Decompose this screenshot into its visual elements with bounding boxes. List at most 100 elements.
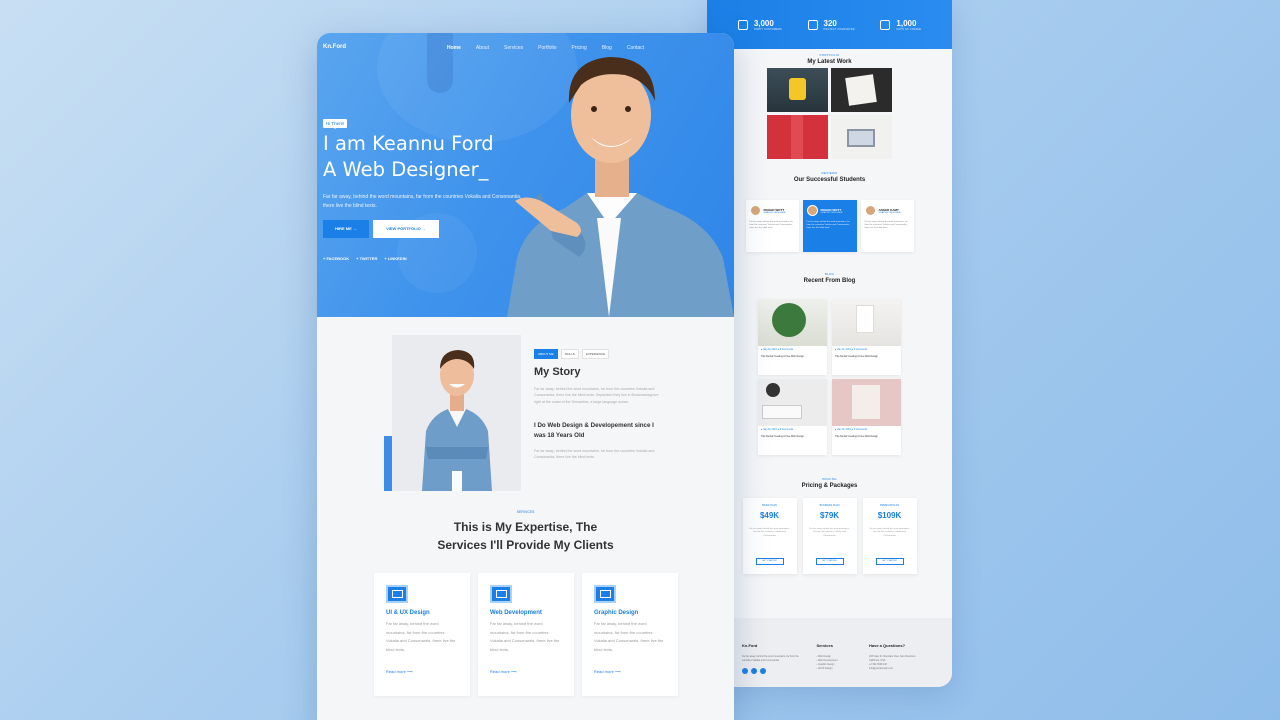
blog-image	[758, 299, 827, 346]
footer-address: 203 Fake St. Mountain View, San Francisc…	[869, 655, 916, 662]
portfolio-grid	[707, 68, 952, 159]
testimonial-card: ROGER WOTT GRAPHIC DESIGNER Far far away, …	[802, 200, 857, 252]
footer-link[interactable]: › UI/UX Design	[817, 667, 857, 671]
about-portrait	[422, 350, 492, 491]
hero-intro: Far far away, behind the word mountains,…	[323, 194, 522, 209]
blog-image	[832, 379, 901, 426]
linkedin-link[interactable]: + LINKEDIN	[384, 256, 406, 261]
blog-meta: ● Jan 10, 2021 ● 3 Comments	[835, 428, 868, 431]
read-more-link[interactable]: Read more ⟶	[386, 669, 458, 674]
stat-item: 1,000 CUPS OF COFFEE	[880, 19, 921, 31]
pricing-card: BASIC PLAN $49K Far far away, behind the w…	[742, 498, 797, 574]
section-kicker: PORTFOLIO	[819, 53, 840, 57]
tab-about-me[interactable]: ABOUT ME	[534, 349, 558, 359]
about-paragraph: Far far away, behind the word mountains,…	[534, 387, 659, 404]
nav-home[interactable]: Home	[447, 45, 461, 51]
get-started-button[interactable]: GET STARTED	[815, 558, 844, 565]
testimonial-card: ANGER KAMT GRAPHIC DESIGNER Far far away, …	[860, 200, 914, 252]
tab-skills[interactable]: SKILLS	[560, 349, 579, 359]
student-name: ROGER WOTT	[820, 207, 842, 212]
section-title: My Latest Work	[807, 59, 852, 65]
blog-title: Tips Rental Creating A Free Web Design	[761, 355, 804, 359]
about-highlight: I Do Web Design & Developement since I w…	[534, 422, 654, 439]
section-title: Our Successful Students	[793, 177, 866, 183]
blog-meta: ● Jan 10, 2021 ● 3 Comments	[761, 428, 794, 431]
testimonial-text: Far far away, behind the word mountains,…	[864, 221, 908, 230]
about-photo	[392, 335, 521, 491]
plan-price: $79K	[819, 511, 840, 520]
portfolio-image[interactable]	[767, 68, 828, 112]
hire-me-button[interactable]: HIRE ME →	[323, 220, 369, 238]
twitter-icon[interactable]	[742, 668, 748, 674]
code-icon	[490, 585, 512, 603]
plan-text: Far far away, behind the word mountains,…	[749, 528, 790, 537]
view-portfolio-button[interactable]: VIEW PORTFOLIO →	[373, 220, 439, 238]
nav-about[interactable]: About	[476, 45, 489, 51]
footer-email[interactable]: info@yourdomain.com	[869, 667, 917, 671]
student-role: GRAPHIC DESIGNER	[763, 211, 786, 214]
hero-social-links: + FACEBOOK + TWITTER + LINKEDIN	[323, 256, 407, 261]
blog-card[interactable]: ● Jan 10, 2021 ● 3 Comments Tips Rental C…	[758, 379, 827, 455]
services-cards: UI & UX Design Far far away, behind the …	[374, 573, 678, 696]
about-paragraph: Far far away, behind the word mountains,…	[534, 449, 655, 460]
footer-heading: Services	[816, 643, 833, 648]
stat-value: 320	[823, 18, 837, 28]
about-section: ABOUT ME SKILLS EXPERIENCE My Story Far …	[317, 317, 734, 533]
blog-title: Tips Rental Creating A Free Web Design	[835, 435, 878, 439]
stat-label: HAPPY CUSTOMERS	[753, 27, 782, 31]
services-title-line2: Services I'll Provide My Clients	[437, 537, 614, 552]
avatar	[749, 205, 761, 216]
stat-value: 3,000	[753, 18, 774, 28]
pricing-card: PREMIUM PLAN $109K Far far away, behind th…	[862, 498, 917, 574]
blog-title: Tips Rental Creating A Free Web Design	[761, 435, 804, 439]
accent-bar	[384, 436, 392, 491]
stat-item: 320 PROJECT COMPLETED	[807, 18, 855, 31]
service-card: Web Development Far far away, behind the…	[478, 573, 574, 696]
blog-card[interactable]: ● Jan 10, 2021 ● 3 Comments Tips Rental C…	[758, 299, 827, 375]
blog-card[interactable]: ● Jan 10, 2021 ● 3 Comments Tips Rental C…	[832, 299, 901, 375]
read-more-link[interactable]: Read more ⟶	[594, 669, 666, 674]
facebook-link[interactable]: + FACEBOOK	[323, 256, 349, 261]
portfolio-image[interactable]	[767, 115, 828, 159]
blog-card[interactable]: ● Jan 10, 2021 ● 3 Comments Tips Rental C…	[832, 379, 901, 455]
twitter-link[interactable]: + TWITTER	[356, 256, 377, 261]
footer-brand: Kn.Ford	[742, 643, 758, 648]
footer-services: Services › Web Design › Web Development …	[817, 634, 857, 687]
section-kicker: PRICING	[822, 477, 837, 481]
customers-icon	[737, 19, 748, 30]
get-started-button[interactable]: GET STARTED	[875, 558, 904, 565]
section-title: Pricing & Packages	[801, 483, 858, 489]
portfolio-image[interactable]	[831, 68, 892, 112]
site-logo[interactable]: Kn.Ford	[323, 44, 346, 50]
service-text: Far far away, behind the word mountains,…	[594, 621, 664, 652]
about-title: My Story	[534, 366, 581, 378]
service-card: Graphic Design Far far away, behind the …	[582, 573, 678, 696]
about-tabs: ABOUT ME SKILLS EXPERIENCE	[534, 349, 610, 359]
hero-heading-line1: I am Keannu Ford	[323, 132, 494, 155]
blog-grid: ● Jan 10, 2021 ● 3 Comments Tips Rental C…	[707, 299, 952, 455]
service-title: UI & UX Design	[386, 610, 430, 616]
service-card: UI & UX Design Far far away, behind the …	[374, 573, 470, 696]
service-text: Far far away, behind the word mountains,…	[490, 621, 560, 652]
plan-name: BUSINESS PLAN	[819, 504, 840, 507]
service-title: Web Development	[490, 610, 542, 616]
hero-section: Kn.Ford Home About Services Portfolio Pr…	[317, 33, 734, 317]
blog-meta: ● Jan 10, 2021 ● 3 Comments	[835, 348, 868, 351]
facebook-icon[interactable]	[751, 668, 757, 674]
section-kicker: REVIEWS	[821, 171, 838, 175]
testimonial-text: Far far away, behind the word mountains,…	[749, 221, 793, 230]
section-title: Recent From Blog	[803, 278, 856, 284]
portfolio-image[interactable]	[831, 115, 892, 159]
read-more-link[interactable]: Read more ⟶	[490, 669, 562, 674]
hero-heading: I am Keannu Ford A Web Designer_	[323, 131, 494, 183]
stat-label: CUPS OF COFFEE	[896, 27, 922, 31]
testimonial-text: Far far away, behind the word mountains,…	[806, 221, 850, 230]
greeting-badge: Hi There!	[323, 119, 348, 129]
get-started-button[interactable]: GET STARTED	[755, 558, 784, 565]
services-kicker: SERVICES	[516, 510, 535, 514]
footer-heading: Have a Questions?	[869, 643, 906, 648]
services-title: This is My Expertise, The Services I'll …	[317, 519, 734, 554]
student-role: GRAPHIC DESIGNER	[878, 211, 901, 214]
tab-experience[interactable]: EXPERIENCE	[581, 349, 610, 359]
instagram-icon[interactable]	[760, 668, 766, 674]
